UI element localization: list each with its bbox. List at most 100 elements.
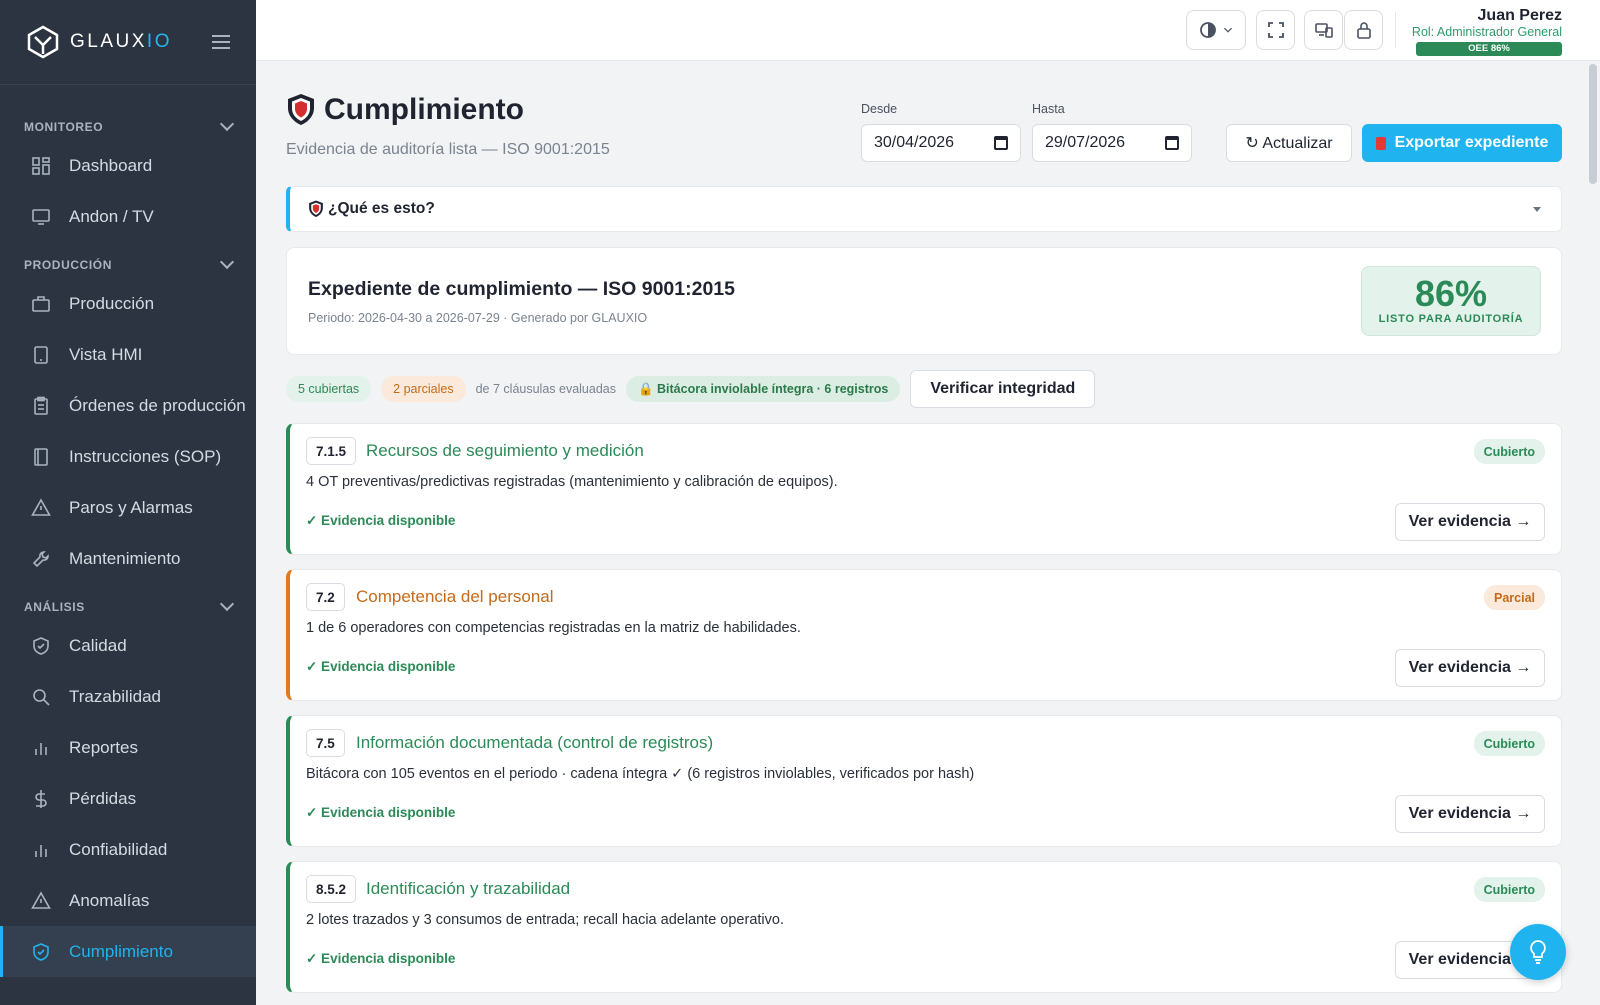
sidebar-item-mantenimiento[interactable]: Mantenimiento [0,533,256,584]
export-button[interactable]: Exportar expediente [1362,124,1562,162]
sidebar-item-calidad[interactable]: Calidad [0,620,256,671]
calendar-icon[interactable] [994,136,1008,150]
evidence-status: ✓ Evidencia disponible [306,951,456,966]
clause-card: 7.2 Competencia del personal Parcial 1 d… [286,569,1562,701]
status-badge: Cubierto [1473,877,1545,902]
lock-button[interactable] [1344,10,1383,50]
clause-number: 7.1.5 [306,437,357,465]
sidebar-item-anomalias[interactable]: Anomalías [0,875,256,926]
evidence-status: ✓ Evidencia disponible [306,659,456,674]
shield-check-icon [31,942,51,962]
brand: GLAUXIO [0,0,256,85]
tips-button[interactable] [1510,924,1566,980]
page-title: Cumplimiento [324,93,524,126]
clause-number: 7.5 [306,729,345,757]
dashboard-icon [31,156,51,176]
devices-icon [1314,23,1333,38]
to-label: Hasta [1032,102,1065,116]
sidebar-item-perdidas[interactable]: Pérdidas [0,773,256,824]
fullscreen-button[interactable] [1256,10,1295,50]
sidebar-item-reportes[interactable]: Reportes [0,722,256,773]
view-evidence-button[interactable]: Ver evidencia → [1395,649,1545,687]
brand-name: GLAUXIO [70,31,172,52]
clause-card: 8.5.2 Identificación y trazabilidad Cubi… [286,861,1562,993]
sidebar-item-ordenes[interactable]: Órdenes de producción [0,380,256,431]
expediente-title: Expediente de cumplimiento — ISO 9001:20… [308,278,735,300]
evaluated-text: de 7 cláusulas evaluadas [475,382,616,396]
topbar: Juan Perez Rol: Administrador General OE… [256,0,1600,61]
page-header: Cumplimiento [286,93,524,127]
summary-row: 5 cubiertas 2 parciales de 7 cláusulas e… [286,370,1096,408]
scrollbar-thumb[interactable] [1589,64,1597,184]
caret-down-icon [1533,207,1541,212]
sidebar-item-trazabilidad[interactable]: Trazabilidad [0,671,256,722]
clause-description: 2 lotes trazados y 3 consumos de entrada… [306,912,784,928]
from-label: Desde [861,102,898,116]
sidebar-item-produccion[interactable]: Producción [0,278,256,329]
section-produccion[interactable]: PRODUCCIÓN [0,252,256,278]
oee-badge: OEE 86% [1416,42,1562,56]
shield-icon [288,94,314,125]
user-name[interactable]: Juan Perez [1478,7,1562,25]
fullscreen-icon [1267,22,1284,38]
status-badge: Cubierto [1473,439,1545,464]
wrench-icon [31,549,51,569]
status-badge: Parcial [1483,585,1545,610]
tablet-icon [31,345,51,365]
chevron-down-icon [219,596,235,612]
glauxio-logo-icon [27,25,59,59]
chevron-down-icon [1223,27,1233,33]
theme-toggle-button[interactable] [1186,10,1246,50]
section-analisis[interactable]: ANÁLISIS [0,594,256,620]
sidebar-item-andon[interactable]: Andon / TV [0,191,256,242]
devices-button[interactable] [1304,10,1343,50]
to-date-input[interactable]: 29/07/2026 [1032,124,1192,162]
chevron-down-icon [219,254,235,270]
dollar-icon [31,789,51,809]
calendar-icon[interactable] [1165,136,1179,150]
warning-icon [31,497,51,518]
verify-integrity-button[interactable]: Verificar integridad [910,370,1096,408]
search-icon [31,687,51,707]
view-evidence-button[interactable]: Ver evidencia → [1395,795,1545,833]
expediente-card: Expediente de cumplimiento — ISO 9001:20… [286,247,1562,355]
score-value: 86% [1414,273,1488,314]
clause-number: 8.5.2 [306,875,357,903]
sidebar-item-dashboard[interactable]: Dashboard [0,140,256,191]
sidebar-item-cumplimiento[interactable]: Cumplimiento [0,926,256,977]
warning-icon [31,890,51,911]
clause-title: Información documentada (control de regi… [356,733,714,752]
book-icon [31,447,51,467]
covered-pill: 5 cubiertas [286,376,372,402]
sidebar: GLAUXIO MONITOREO Dashboard Andon / TV P… [0,0,256,1005]
user-role: Rol: Administrador General [1411,25,1562,39]
scrollbar[interactable] [1586,61,1600,1005]
lightbulb-icon [1530,940,1546,964]
briefcase-icon [31,294,51,314]
clipboard-icon [31,396,51,416]
clause-number: 7.2 [306,583,345,611]
status-badge: Cubierto [1473,731,1545,756]
chevron-down-icon [219,116,235,132]
hamburger-menu-icon[interactable] [212,35,230,49]
sidebar-item-vista-hmi[interactable]: Vista HMI [0,329,256,380]
refresh-button[interactable]: ↻ Actualizar [1226,124,1352,162]
help-accordion[interactable]: ¿Qué es esto? [286,186,1562,232]
clause-card: 7.5 Información documentada (control de … [286,715,1562,847]
view-evidence-button[interactable]: Ver evidencia → [1395,503,1545,541]
sidebar-item-paros[interactable]: Paros y Alarmas [0,482,256,533]
monitor-icon [31,207,51,227]
bar-chart-icon [31,738,51,758]
clause-title: Recursos de seguimiento y medición [366,441,644,460]
from-date-input[interactable]: 30/04/2026 [861,124,1021,162]
section-monitoreo[interactable]: MONITOREO [0,114,256,140]
pdf-icon [1375,136,1386,150]
sidebar-item-confiabilidad[interactable]: Confiabilidad [0,824,256,875]
sidebar-item-sop[interactable]: Instrucciones (SOP) [0,431,256,482]
clause-description: 4 OT preventivas/predictivas registradas… [306,474,838,490]
ledger-pill: 🔒 Bitácora inviolable íntegra · 6 regist… [625,376,901,402]
clause-card: 7.1.5 Recursos de seguimiento y medición… [286,423,1562,555]
bar-chart-icon [31,840,51,860]
score-label: LISTO PARA AUDITORÍA [1378,313,1524,325]
clause-description: Bitácora con 105 eventos en el periodo ·… [306,766,975,782]
